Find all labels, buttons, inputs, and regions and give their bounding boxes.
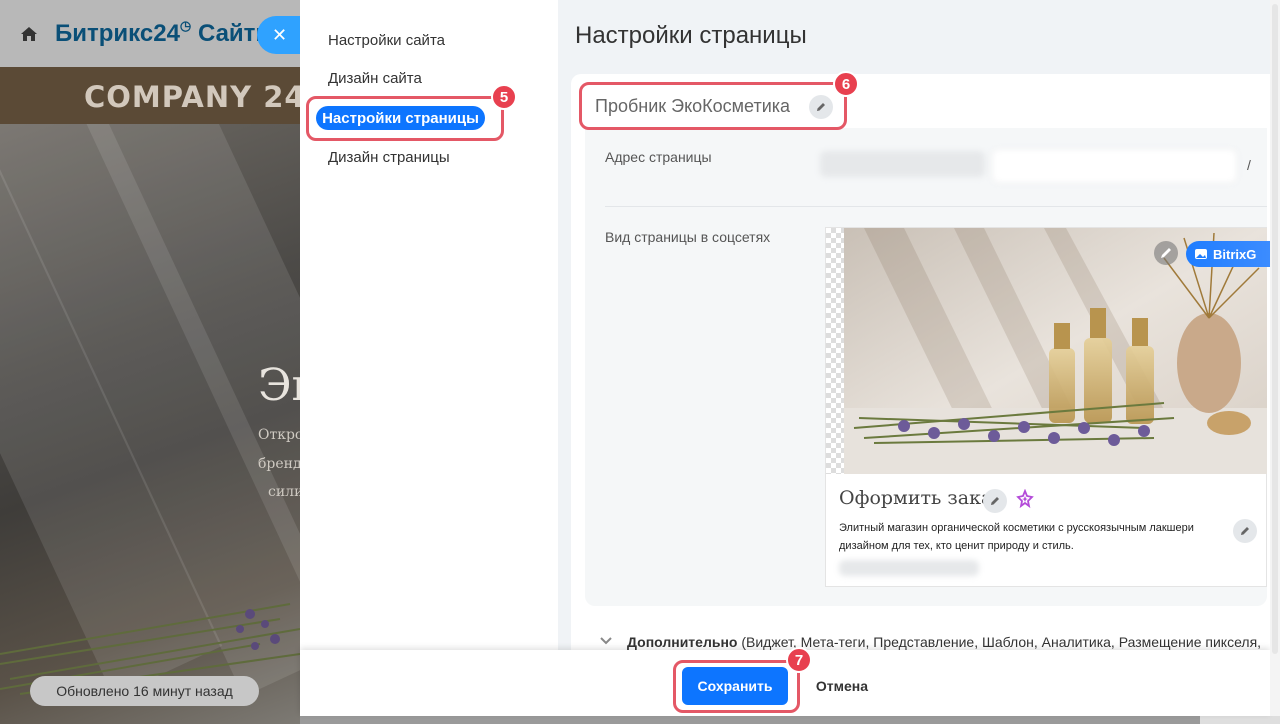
image-icon — [1195, 249, 1207, 259]
highlight-frame — [306, 96, 504, 141]
edit-preview-description-button[interactable] — [1233, 519, 1257, 543]
pencil-icon — [1241, 527, 1249, 535]
page-title: Настройки страницы — [575, 22, 807, 49]
highlight-frame — [579, 82, 847, 130]
brand-logo[interactable]: Битрикс24◷ Сайты — [55, 18, 276, 48]
scrollbar-thumb[interactable] — [1272, 4, 1278, 654]
hero-text-line: сили — [268, 484, 304, 500]
clock-icon: ◷ — [179, 18, 192, 33]
hero-background — [0, 124, 300, 724]
address-domain-blurred — [820, 151, 985, 177]
additional-settings-toggle[interactable]: Дополнительно (Виджет, Мета-теги, Предст… — [627, 634, 1261, 650]
pencil-icon — [991, 497, 999, 505]
ai-badge-label: BitrixG — [1213, 246, 1257, 262]
edit-preview-title-button[interactable] — [983, 489, 1007, 513]
menu-item-page-design[interactable]: Дизайн страницы — [328, 149, 450, 166]
company-name: COMPANY 24 — [84, 80, 306, 114]
additional-details: (Виджет, Мета-теги, Представление, Шабло… — [737, 634, 1262, 650]
cancel-button[interactable]: Отмена — [810, 667, 874, 705]
menu-item-site-design[interactable]: Дизайн сайта — [328, 70, 422, 87]
preview-title: Оформить заказ — [839, 487, 1003, 509]
bottom-strip-right — [1200, 716, 1280, 724]
copilot-icon[interactable] — [1015, 489, 1035, 509]
divider — [605, 206, 1267, 207]
preview-description: Элитный магазин органической косметики с… — [839, 522, 1194, 552]
hero-text-line: Откро — [258, 427, 304, 443]
address-label: Адрес страницы — [605, 149, 712, 165]
brand-name: Битрикс24 — [55, 20, 180, 47]
step-badge: 6 — [833, 71, 859, 97]
close-slider-button[interactable]: ✕ — [257, 16, 303, 54]
close-icon: ✕ — [272, 24, 288, 45]
address-input[interactable] — [992, 149, 1237, 183]
additional-label: Дополнительно — [627, 634, 738, 650]
menu-item-site-settings[interactable]: Настройки сайта — [328, 32, 445, 49]
home-icon[interactable] — [20, 26, 38, 42]
address-slash: / — [1247, 157, 1251, 173]
preview-url-blurred — [839, 560, 979, 576]
chevron-down-icon[interactable] — [600, 636, 612, 646]
step-badge: 5 — [491, 84, 517, 110]
bottom-strip — [300, 716, 1200, 724]
ai-image-badge[interactable]: BitrixG — [1186, 241, 1270, 267]
updated-status: Обновлено 16 минут назад — [30, 676, 259, 706]
social-label: Вид страницы в соцсетях — [605, 229, 771, 245]
highlight-frame — [673, 660, 800, 713]
step-badge: 7 — [786, 647, 812, 673]
hero-text-line: бренд — [258, 456, 302, 472]
transparency-pattern — [826, 228, 844, 474]
